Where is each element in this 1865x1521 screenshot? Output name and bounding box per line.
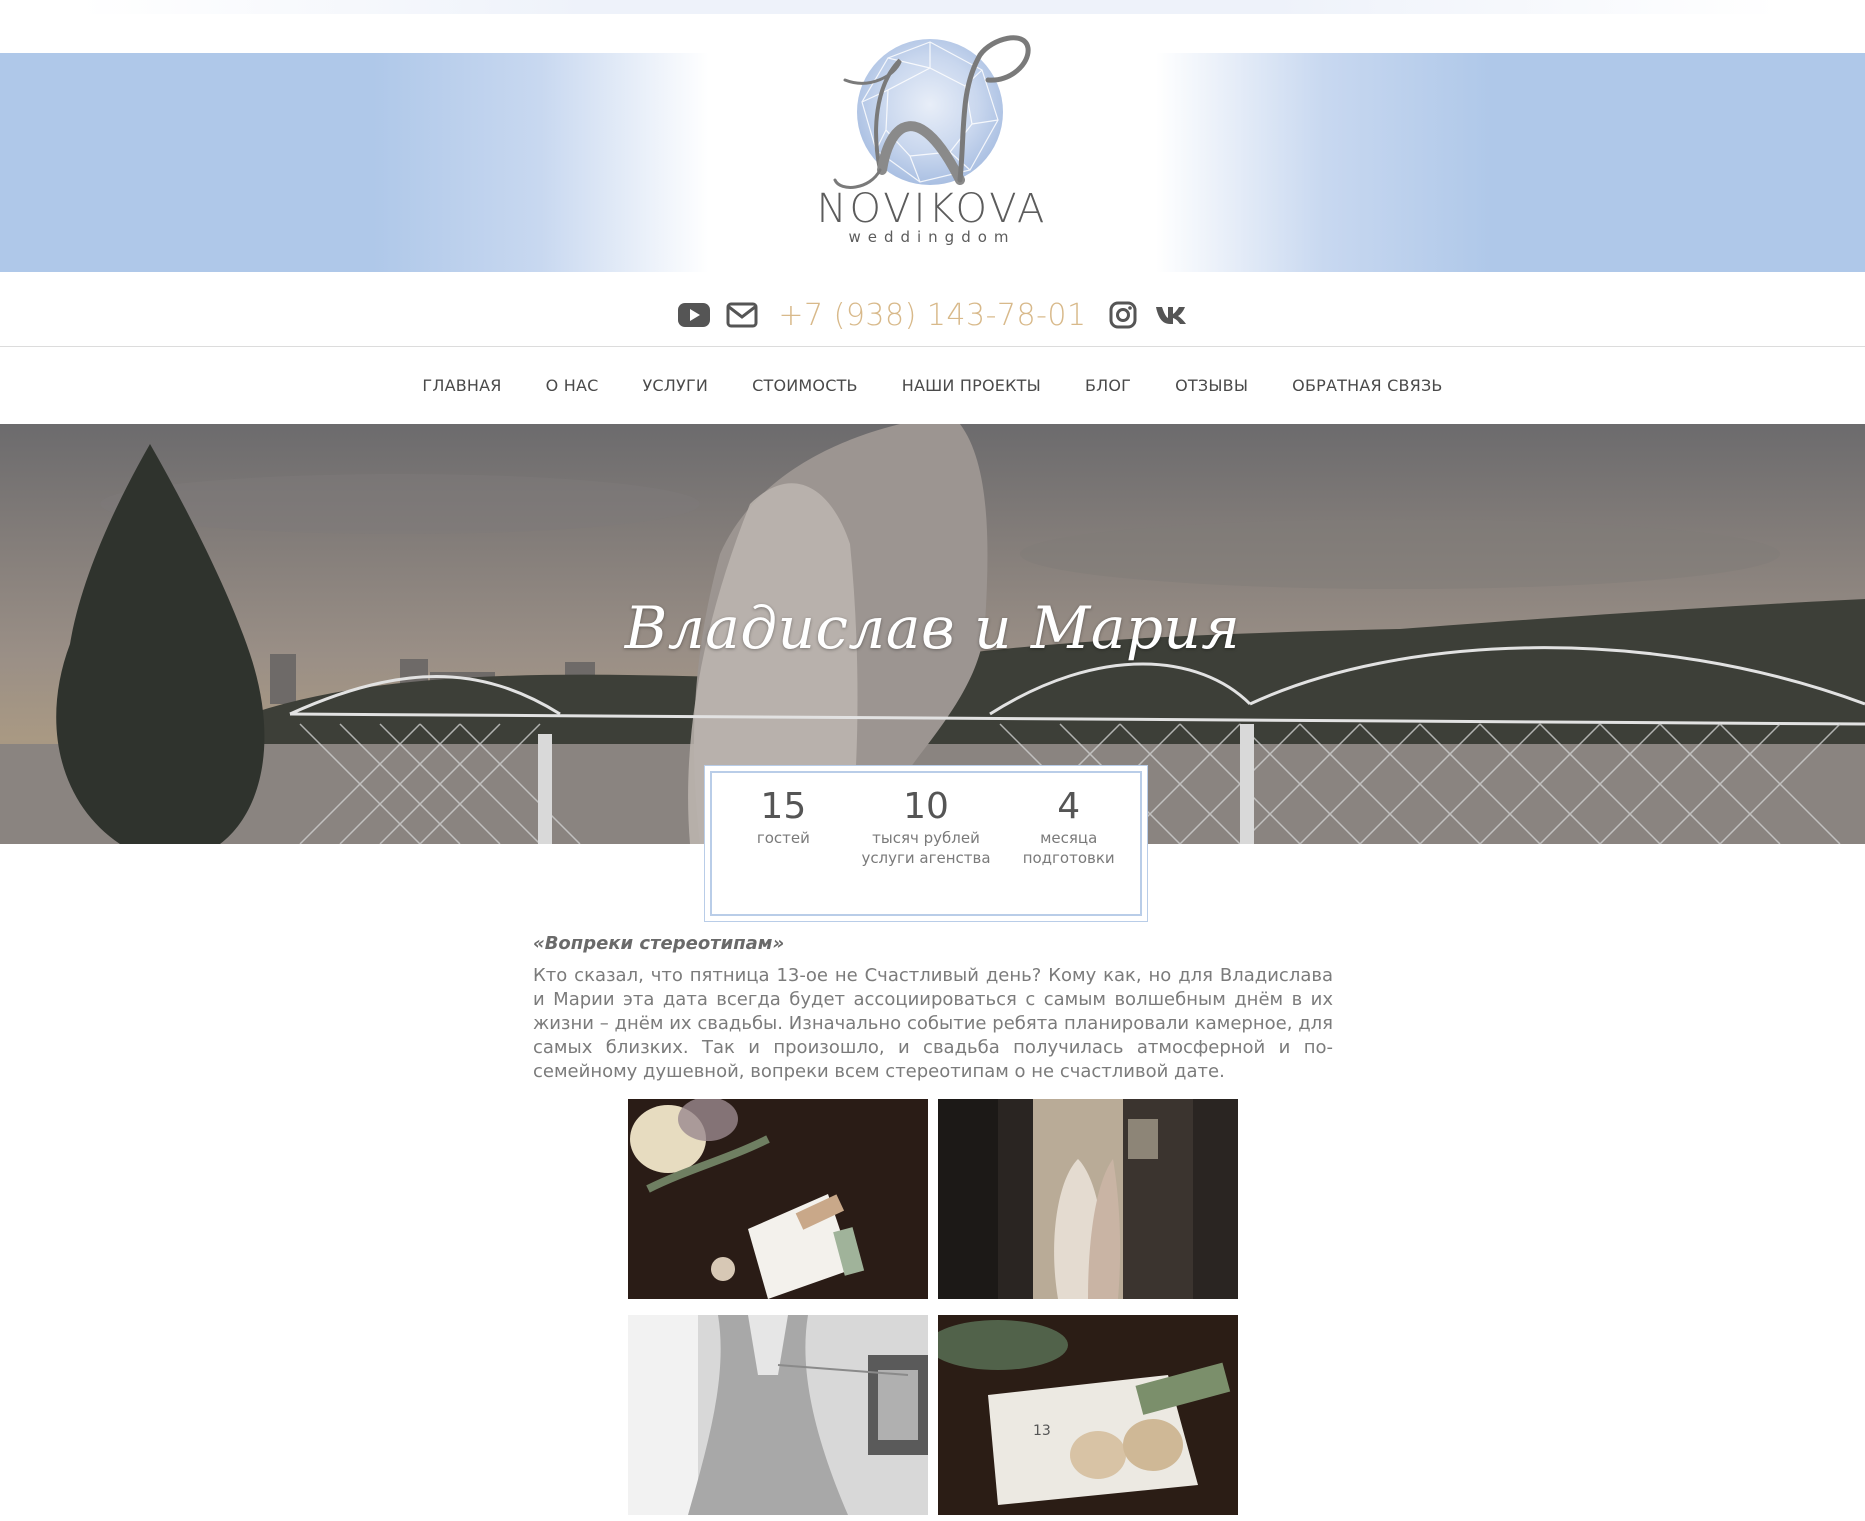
story-article: «Вопреки стереотипам» Кто сказал, что пя… <box>533 933 1333 1084</box>
stat-label-secondary: подготовки <box>1022 849 1115 867</box>
brand-name: NOVIKOVA <box>817 186 1048 232</box>
stat-number: 15 <box>760 786 807 827</box>
stat-label-secondary: услуги агенства <box>861 849 991 867</box>
brand-tagline: weddingdom <box>848 228 1015 246</box>
vk-icon[interactable] <box>1153 297 1189 333</box>
stat-guests: 15 гостей <box>712 787 855 914</box>
stat-number: 4 <box>1057 786 1081 827</box>
gallery-photo-dress[interactable] <box>628 1315 928 1515</box>
nav-item-home[interactable]: ГЛАВНАЯ <box>400 376 523 395</box>
contact-bar: +7 (938) 143-78-01 <box>0 285 1865 345</box>
youtube-icon[interactable] <box>676 297 712 333</box>
gallery-photo-dressing[interactable] <box>938 1099 1238 1299</box>
main-nav: ГЛАВНАЯ О НАС УСЛУГИ СТОИМОСТЬ НАШИ ПРОЕ… <box>0 360 1865 410</box>
photo-gallery: 13 <box>628 1099 1238 1515</box>
stat-cost: 10 тысяч рублей услуги агенства <box>855 787 998 914</box>
mail-icon[interactable] <box>724 297 760 333</box>
gallery-photo-rings[interactable]: 13 <box>938 1315 1238 1515</box>
gallery-photo-invitation[interactable] <box>628 1099 928 1299</box>
stat-number: 10 <box>903 786 949 827</box>
phone-link[interactable]: +7 (938) 143-78-01 <box>778 298 1086 333</box>
stat-preparation: 4 месяца подготовки <box>997 787 1140 914</box>
nav-item-reviews[interactable]: ОТЗЫВЫ <box>1153 376 1270 395</box>
nav-item-blog[interactable]: БЛОГ <box>1063 376 1153 395</box>
instagram-icon[interactable] <box>1105 297 1141 333</box>
article-text: Кто сказал, что пятница 13-ое не Счастли… <box>533 965 1333 1082</box>
hero-title: Владислав и Мария <box>624 594 1241 662</box>
brand-logo[interactable]: NOVIKOVA weddingdom <box>800 20 1065 255</box>
top-strip <box>80 0 1780 14</box>
stat-label: тысяч рублей <box>872 829 980 847</box>
nav-item-services[interactable]: УСЛУГИ <box>620 376 730 395</box>
nav-item-about[interactable]: О НАС <box>524 376 621 395</box>
stats-box: 15 гостей 10 тысяч рублей услуги агенств… <box>704 765 1148 922</box>
logo-emblem: NOVIKOVA weddingdom <box>817 35 1048 246</box>
article-heading: «Вопреки стереотипам» <box>533 933 785 954</box>
stat-label: гостей <box>756 829 810 847</box>
nav-item-projects[interactable]: НАШИ ПРОЕКТЫ <box>880 376 1063 395</box>
stat-label: месяца <box>1040 829 1098 847</box>
nav-item-feedback[interactable]: ОБРАТНАЯ СВЯЗЬ <box>1270 376 1464 395</box>
svg-text:13: 13 <box>1033 1423 1051 1439</box>
header-divider <box>0 346 1865 347</box>
nav-item-pricing[interactable]: СТОИМОСТЬ <box>730 376 880 395</box>
